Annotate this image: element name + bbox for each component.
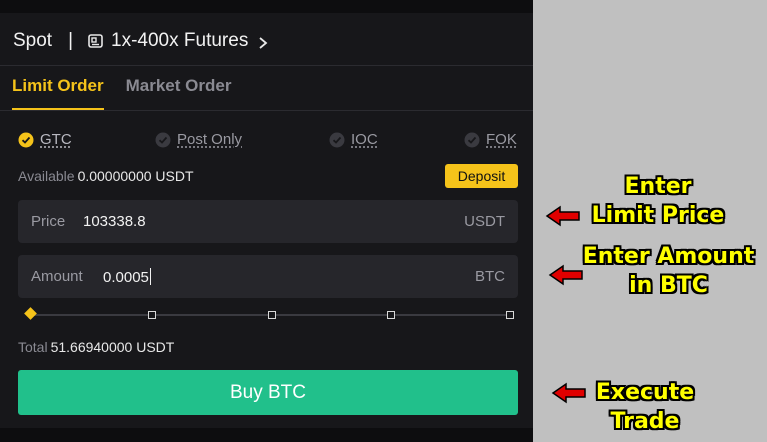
- annotation-amount: Enter Amount in BTC: [570, 242, 767, 300]
- chevron-right-icon[interactable]: [258, 34, 268, 49]
- futures-link[interactable]: 1x-400x Futures: [111, 30, 248, 52]
- deposit-button[interactable]: Deposit: [445, 164, 518, 188]
- tif-label: Post Only: [177, 131, 243, 148]
- amount-unit: BTC: [475, 268, 505, 285]
- tif-label: GTC: [40, 131, 72, 148]
- slider-step-25[interactable]: [148, 311, 156, 319]
- check-circle-icon: [18, 132, 34, 147]
- tif-option-gtc[interactable]: GTC: [18, 131, 72, 148]
- tif-option-ioc[interactable]: IOC: [329, 131, 378, 148]
- available-balance: Available 0.00000000 USDT: [18, 168, 194, 184]
- top-strip: [0, 0, 533, 13]
- slider-step-75[interactable]: [387, 311, 395, 319]
- slider-step-50[interactable]: [268, 311, 276, 319]
- mode-separator: |: [68, 30, 74, 51]
- amount-field[interactable]: Amount 0.0005 BTC: [18, 255, 518, 298]
- annotation-line: Enter Amount: [582, 244, 755, 269]
- annotation-line: in BTC: [629, 273, 708, 298]
- divider: [0, 110, 533, 111]
- available-value: 0.00000000 USDT: [77, 168, 194, 184]
- amount-slider[interactable]: [24, 307, 515, 322]
- futures-icon: [87, 32, 105, 50]
- check-circle-icon: [329, 132, 345, 147]
- annotation-price: Enter Limit Price: [578, 172, 738, 230]
- annotation-line: Trade: [610, 409, 680, 434]
- amount-input-wrap[interactable]: 0.0005: [103, 268, 151, 286]
- price-unit: USDT: [464, 213, 505, 230]
- divider: [0, 65, 533, 66]
- tab-limit-order[interactable]: Limit Order: [12, 76, 104, 110]
- check-circle-icon: [155, 132, 171, 147]
- red-arrow-icon: [551, 382, 586, 404]
- text-cursor: [149, 268, 151, 285]
- slider-handle[interactable]: [24, 307, 37, 320]
- price-input[interactable]: 103338.8: [83, 213, 146, 230]
- price-label: Price: [31, 213, 66, 230]
- trade-mode-bar: Spot | 1x-400x Futures: [13, 28, 268, 54]
- red-arrow-icon: [545, 205, 580, 227]
- price-field[interactable]: Price 103338.8 USDT: [18, 200, 518, 243]
- time-in-force-options: GTC Post Only IOC FOK: [18, 131, 518, 153]
- check-circle-icon: [464, 132, 480, 147]
- amount-label: Amount: [31, 268, 83, 285]
- annotation-line: Limit Price: [591, 203, 725, 228]
- bottom-strip: [0, 428, 533, 442]
- tif-label: IOC: [351, 131, 378, 148]
- total-label: Total: [18, 339, 48, 355]
- tab-market-order[interactable]: Market Order: [126, 76, 232, 102]
- tif-option-fok[interactable]: FOK: [464, 131, 517, 148]
- annotation-line: Execute: [595, 380, 695, 405]
- total-value: 51.66940000 USDT: [50, 339, 175, 355]
- spot-label[interactable]: Spot: [13, 30, 52, 52]
- tif-option-post-only[interactable]: Post Only: [155, 131, 242, 148]
- available-label: Available: [18, 168, 75, 184]
- slider-step-100[interactable]: [506, 311, 514, 319]
- buy-btc-button[interactable]: Buy BTC: [18, 370, 518, 415]
- order-panel: Spot | 1x-400x Futures Limit Order Marke…: [0, 0, 533, 442]
- tif-label: FOK: [486, 131, 517, 148]
- amount-input[interactable]: 0.0005: [103, 269, 149, 286]
- annotation-line: Enter: [624, 174, 692, 199]
- red-arrow-icon: [548, 264, 583, 286]
- order-type-tabs: Limit Order Market Order: [12, 76, 253, 110]
- annotation-execute: Execute Trade: [580, 378, 710, 436]
- order-total: Total 51.66940000 USDT: [18, 339, 174, 355]
